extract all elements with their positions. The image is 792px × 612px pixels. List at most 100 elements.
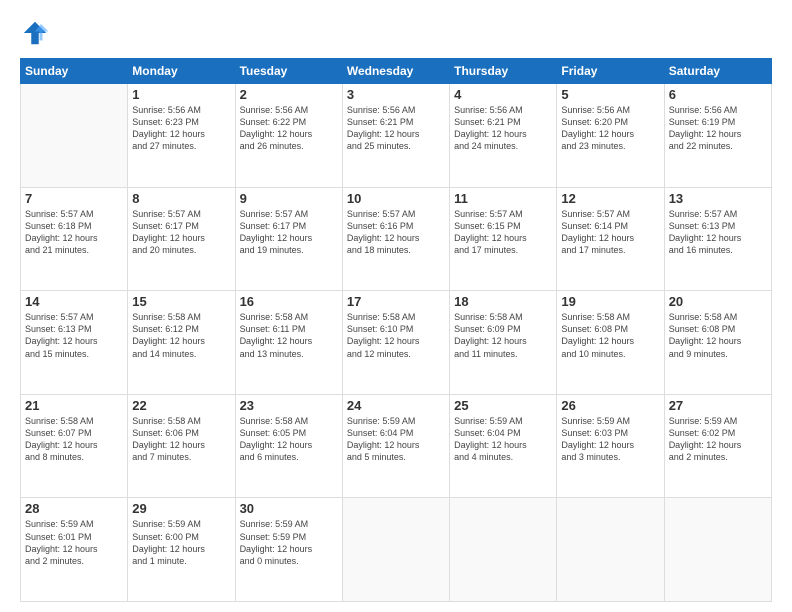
- day-number: 24: [347, 398, 445, 413]
- calendar-cell: 18 Sunrise: 5:58 AMSunset: 6:09 PMDayligh…: [450, 291, 557, 395]
- day-info: Sunrise: 5:56 AMSunset: 6:20 PMDaylight:…: [561, 104, 659, 153]
- calendar-cell: 24 Sunrise: 5:59 AMSunset: 6:04 PMDayligh…: [342, 394, 449, 498]
- day-info: Sunrise: 5:57 AMSunset: 6:14 PMDaylight:…: [561, 208, 659, 257]
- day-number: 15: [132, 294, 230, 309]
- day-number: 9: [240, 191, 338, 206]
- calendar-cell: 26Sunrise: 5:59 AMSunset: 6:03 PMDayligh…: [557, 394, 664, 498]
- page: Sunday Monday Tuesday Wednesday Thursday…: [0, 0, 792, 612]
- calendar-cell: 30 Sunrise: 5:59 AMSunset: 5:59 PMDayligh…: [235, 498, 342, 602]
- day-info: Sunrise: 5:57 AMSunset: 6:18 PMDaylight:…: [25, 208, 123, 257]
- day-info: Sunrise: 5:58 AMSunset: 6:08 PMDaylight:…: [669, 311, 767, 360]
- day-info: Sunrise: 5:59 AMSunset: 5:59 PMDaylight:…: [240, 518, 338, 567]
- day-number: 21: [25, 398, 123, 413]
- calendar-cell: 15 Sunrise: 5:58 AMSunset: 6:12 PMDayligh…: [128, 291, 235, 395]
- calendar-cell: 6 Sunrise: 5:56 AMSunset: 6:19 PMDaylight…: [664, 84, 771, 188]
- day-info: Sunrise: 5:58 AMSunset: 6:10 PMDaylight:…: [347, 311, 445, 360]
- day-number: 27: [669, 398, 767, 413]
- calendar-cell: 8 Sunrise: 5:57 AMSunset: 6:17 PMDaylight…: [128, 187, 235, 291]
- day-info: Sunrise: 5:59 AMSunset: 6:04 PMDaylight:…: [454, 415, 552, 464]
- day-info: Sunrise: 5:57 AMSunset: 6:17 PMDaylight:…: [132, 208, 230, 257]
- calendar-cell: 3Sunrise: 5:56 AMSunset: 6:21 PMDaylight…: [342, 84, 449, 188]
- calendar-cell: [664, 498, 771, 602]
- day-info: Sunrise: 5:58 AMSunset: 6:07 PMDaylight:…: [25, 415, 123, 464]
- day-info: Sunrise: 5:57 AMSunset: 6:15 PMDaylight:…: [454, 208, 552, 257]
- day-number: 22: [132, 398, 230, 413]
- calendar-week-4: 21 Sunrise: 5:58 AMSunset: 6:07 PMDayligh…: [21, 394, 772, 498]
- day-number: 23: [240, 398, 338, 413]
- day-number: 25: [454, 398, 552, 413]
- calendar-week-5: 28Sunrise: 5:59 AMSunset: 6:01 PMDayligh…: [21, 498, 772, 602]
- calendar-cell: 17 Sunrise: 5:58 AMSunset: 6:10 PMDayligh…: [342, 291, 449, 395]
- day-number: 14: [25, 294, 123, 309]
- calendar-cell: 20 Sunrise: 5:58 AMSunset: 6:08 PMDayligh…: [664, 291, 771, 395]
- day-info: Sunrise: 5:57 AMSunset: 6:17 PMDaylight:…: [240, 208, 338, 257]
- calendar-cell: 13 Sunrise: 5:57 AMSunset: 6:13 PMDayligh…: [664, 187, 771, 291]
- col-thursday: Thursday: [450, 59, 557, 84]
- calendar-header-row: Sunday Monday Tuesday Wednesday Thursday…: [21, 59, 772, 84]
- calendar-cell: [21, 84, 128, 188]
- calendar-cell: [342, 498, 449, 602]
- calendar-cell: 19Sunrise: 5:58 AMSunset: 6:08 PMDayligh…: [557, 291, 664, 395]
- calendar-cell: 1 Sunrise: 5:56 AMSunset: 6:23 PMDaylight…: [128, 84, 235, 188]
- day-info: Sunrise: 5:59 AMSunset: 6:01 PMDaylight:…: [25, 518, 123, 567]
- day-number: 5: [561, 87, 659, 102]
- calendar-cell: 4 Sunrise: 5:56 AMSunset: 6:21 PMDaylight…: [450, 84, 557, 188]
- calendar-cell: 14 Sunrise: 5:57 AMSunset: 6:13 PMDayligh…: [21, 291, 128, 395]
- calendar-week-1: 1 Sunrise: 5:56 AMSunset: 6:23 PMDaylight…: [21, 84, 772, 188]
- calendar-cell: 21 Sunrise: 5:58 AMSunset: 6:07 PMDayligh…: [21, 394, 128, 498]
- day-info: Sunrise: 5:58 AMSunset: 6:09 PMDaylight:…: [454, 311, 552, 360]
- day-number: 8: [132, 191, 230, 206]
- header: [20, 18, 772, 48]
- calendar-cell: 23 Sunrise: 5:58 AMSunset: 6:05 PMDayligh…: [235, 394, 342, 498]
- col-friday: Friday: [557, 59, 664, 84]
- calendar-cell: 12 Sunrise: 5:57 AMSunset: 6:14 PMDayligh…: [557, 187, 664, 291]
- col-sunday: Sunday: [21, 59, 128, 84]
- calendar-week-2: 7 Sunrise: 5:57 AMSunset: 6:18 PMDaylight…: [21, 187, 772, 291]
- day-number: 30: [240, 501, 338, 516]
- day-info: Sunrise: 5:56 AMSunset: 6:21 PMDaylight:…: [347, 104, 445, 153]
- col-wednesday: Wednesday: [342, 59, 449, 84]
- day-info: Sunrise: 5:59 AMSunset: 6:00 PMDaylight:…: [132, 518, 230, 567]
- day-info: Sunrise: 5:56 AMSunset: 6:19 PMDaylight:…: [669, 104, 767, 153]
- calendar-cell: 27 Sunrise: 5:59 AMSunset: 6:02 PMDayligh…: [664, 394, 771, 498]
- day-info: Sunrise: 5:58 AMSunset: 6:06 PMDaylight:…: [132, 415, 230, 464]
- day-number: 4: [454, 87, 552, 102]
- calendar-cell: 9 Sunrise: 5:57 AMSunset: 6:17 PMDaylight…: [235, 187, 342, 291]
- day-info: Sunrise: 5:56 AMSunset: 6:22 PMDaylight:…: [240, 104, 338, 153]
- day-number: 2: [240, 87, 338, 102]
- calendar-cell: 29 Sunrise: 5:59 AMSunset: 6:00 PMDayligh…: [128, 498, 235, 602]
- day-number: 20: [669, 294, 767, 309]
- day-number: 18: [454, 294, 552, 309]
- day-number: 29: [132, 501, 230, 516]
- col-monday: Monday: [128, 59, 235, 84]
- day-number: 17: [347, 294, 445, 309]
- day-info: Sunrise: 5:59 AMSunset: 6:02 PMDaylight:…: [669, 415, 767, 464]
- calendar-cell: [450, 498, 557, 602]
- day-info: Sunrise: 5:58 AMSunset: 6:05 PMDaylight:…: [240, 415, 338, 464]
- calendar-cell: 5 Sunrise: 5:56 AMSunset: 6:20 PMDaylight…: [557, 84, 664, 188]
- day-info: Sunrise: 5:57 AMSunset: 6:13 PMDaylight:…: [669, 208, 767, 257]
- day-number: 26: [561, 398, 659, 413]
- day-info: Sunrise: 5:57 AMSunset: 6:16 PMDaylight:…: [347, 208, 445, 257]
- day-info: Sunrise: 5:56 AMSunset: 6:21 PMDaylight:…: [454, 104, 552, 153]
- day-number: 1: [132, 87, 230, 102]
- calendar-cell: 28Sunrise: 5:59 AMSunset: 6:01 PMDayligh…: [21, 498, 128, 602]
- col-saturday: Saturday: [664, 59, 771, 84]
- day-number: 12: [561, 191, 659, 206]
- day-number: 10: [347, 191, 445, 206]
- calendar-cell: 2 Sunrise: 5:56 AMSunset: 6:22 PMDaylight…: [235, 84, 342, 188]
- logo: [20, 18, 54, 48]
- calendar-cell: 22 Sunrise: 5:58 AMSunset: 6:06 PMDayligh…: [128, 394, 235, 498]
- calendar-cell: 25 Sunrise: 5:59 AMSunset: 6:04 PMDayligh…: [450, 394, 557, 498]
- day-info: Sunrise: 5:58 AMSunset: 6:12 PMDaylight:…: [132, 311, 230, 360]
- day-info: Sunrise: 5:59 AMSunset: 6:04 PMDaylight:…: [347, 415, 445, 464]
- calendar-table: Sunday Monday Tuesday Wednesday Thursday…: [20, 58, 772, 602]
- day-number: 7: [25, 191, 123, 206]
- day-info: Sunrise: 5:56 AMSunset: 6:23 PMDaylight:…: [132, 104, 230, 153]
- day-number: 11: [454, 191, 552, 206]
- day-info: Sunrise: 5:57 AMSunset: 6:13 PMDaylight:…: [25, 311, 123, 360]
- day-number: 13: [669, 191, 767, 206]
- col-tuesday: Tuesday: [235, 59, 342, 84]
- calendar-cell: 11 Sunrise: 5:57 AMSunset: 6:15 PMDayligh…: [450, 187, 557, 291]
- day-number: 6: [669, 87, 767, 102]
